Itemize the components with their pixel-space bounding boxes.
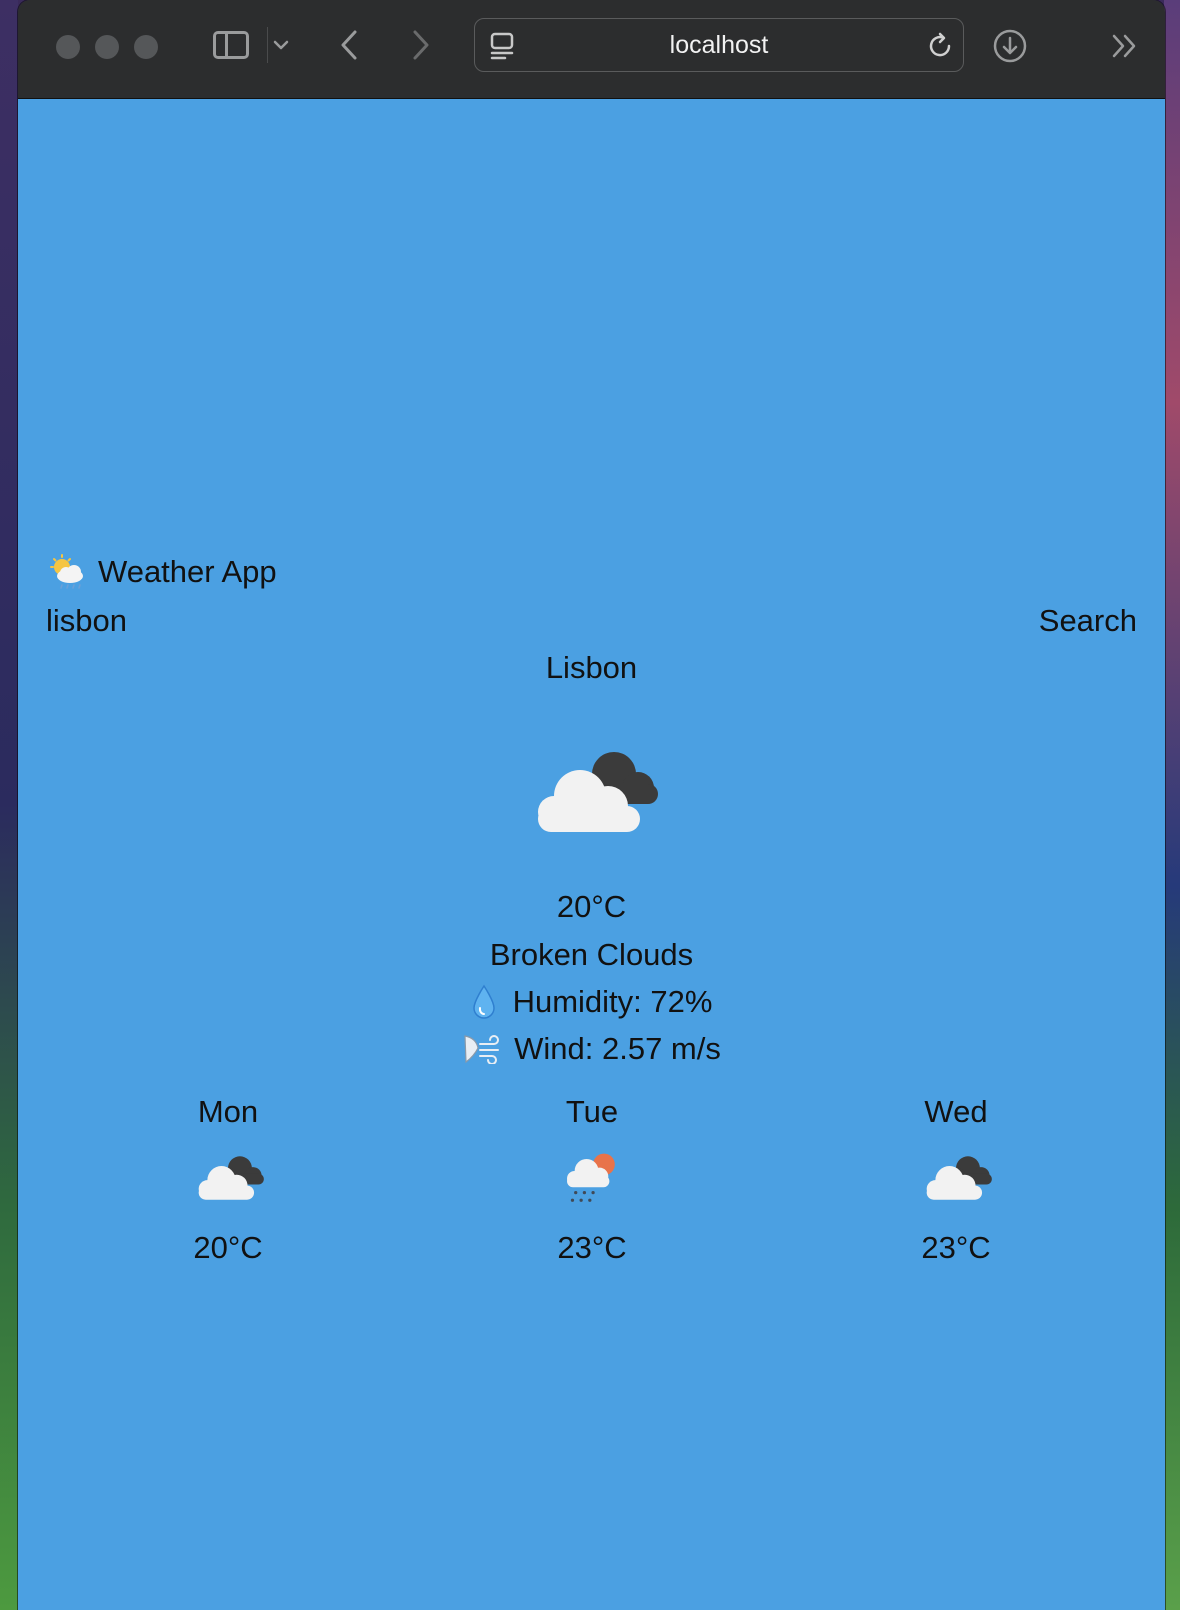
zoom-window-button[interactable] <box>134 35 158 59</box>
humidity-row: Humidity: 72% <box>18 984 1165 1028</box>
forecast-day-name: Tue <box>565 1094 619 1129</box>
minimize-window-button[interactable] <box>95 35 119 59</box>
droplet-icon <box>472 984 495 1019</box>
current-weather-icon-wrap <box>18 744 1165 848</box>
humidity-text: Humidity: 72% <box>512 984 713 1019</box>
more-tabs-chevron-icon[interactable] <box>1110 32 1140 60</box>
page-content: Weather App Search Lisbon <box>18 99 1165 1610</box>
forecast-day-card: Wed 23°C <box>856 1094 1056 1266</box>
weather-description: Broken Clouds <box>489 937 694 972</box>
wind-face-icon <box>464 1035 500 1064</box>
forecast-temp: 20°C <box>193 1230 263 1265</box>
app-title: Weather App <box>98 554 277 589</box>
back-arrow-icon[interactable] <box>338 28 362 62</box>
forecast-temp: 23°C <box>921 1230 991 1265</box>
broken-clouds-icon <box>537 752 658 832</box>
sidebar-toggle-icon[interactable] <box>213 31 249 59</box>
wind-text: Wind: 2.57 m/s <box>514 1031 721 1066</box>
reload-icon[interactable] <box>925 31 955 61</box>
forecast-day-name: Mon <box>197 1094 259 1129</box>
address-bar[interactable]: localhost <box>474 18 964 72</box>
desktop-wallpaper-right <box>1164 0 1180 1610</box>
browser-window: localhost Weather App lisbon Search Lisb… <box>18 0 1165 1610</box>
desktop-wallpaper-left <box>0 0 18 1610</box>
city-search-input[interactable] <box>46 603 446 639</box>
search-button[interactable]: Search <box>1039 603 1137 639</box>
chevron-down-icon[interactable] <box>272 36 290 54</box>
forecast-day-card: Tue 23°C <box>492 1094 692 1266</box>
toolbar-separator <box>267 27 268 63</box>
forecast-day-card: Mon 20°C <box>128 1094 328 1266</box>
app-header: Weather App <box>48 554 277 590</box>
forward-arrow-icon[interactable] <box>408 28 432 62</box>
forecast-day-name: Wed <box>924 1094 988 1129</box>
close-window-button[interactable] <box>56 35 80 59</box>
wind-row: Wind: 2.57 m/s <box>18 1031 1165 1072</box>
sun-cloud-rain-icon <box>50 554 83 589</box>
download-icon[interactable] <box>992 28 1028 64</box>
forecast-temp: 23°C <box>557 1230 627 1265</box>
current-temperature: 20°C <box>556 889 627 924</box>
url-text: localhost <box>669 31 769 59</box>
forecast-row: Mon 20°C Tue 23°C Wed 23°C <box>18 1094 1165 1294</box>
city-name: Lisbon <box>545 650 638 685</box>
broken-clouds-icon <box>198 1156 264 1200</box>
browser-toolbar: localhost <box>18 0 1165 99</box>
rain-sun-icon <box>567 1153 615 1202</box>
broken-clouds-icon <box>926 1156 992 1200</box>
